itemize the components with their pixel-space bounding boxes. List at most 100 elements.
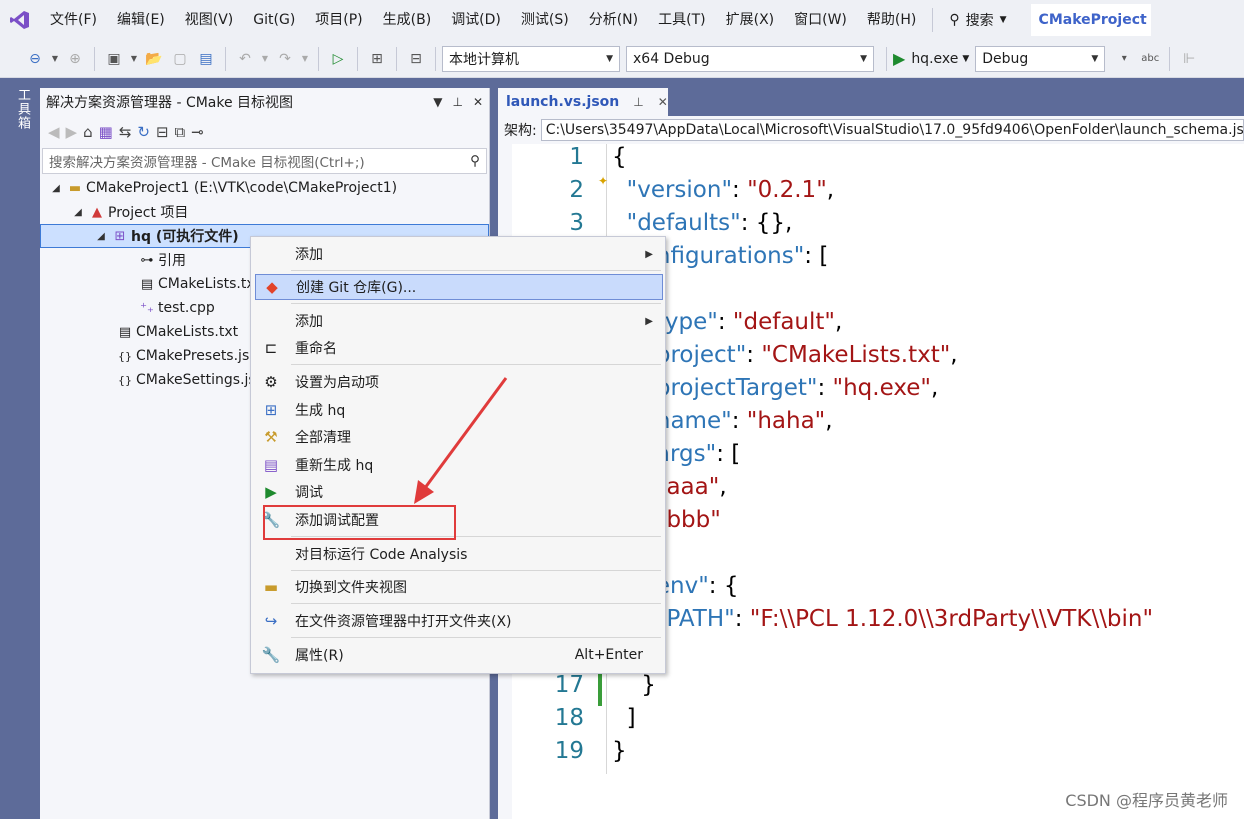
collapse-all-icon[interactable]: ⊟ — [156, 123, 169, 141]
menu-test[interactable]: 测试(S) — [511, 0, 579, 40]
menu-item-add-2[interactable]: 添加 ▶ — [255, 308, 663, 334]
menu-item-label: 生成 hq — [295, 403, 346, 419]
menu-edit[interactable]: 编辑(E) — [107, 0, 175, 40]
code-line[interactable]: 2 "version": "0.2.1", — [512, 177, 1244, 210]
solution-explorer-toolbar: ◀ ▶ ⌂ ▦ ⇆ ↻ ⊟ ⧉ ⊸ — [40, 116, 489, 148]
menu-item-open-in-explorer[interactable]: ↪ 在文件资源管理器中打开文件夹(X) — [255, 608, 663, 634]
code-line[interactable]: 17 } — [512, 672, 1244, 705]
menu-item-folder-view[interactable]: ▬ 切换到文件夹视图 — [255, 574, 663, 600]
menu-file[interactable]: 文件(F) — [40, 0, 107, 40]
toolbar-overflow-icon[interactable]: ▾ — [1113, 48, 1135, 70]
chevron-down-icon[interactable]: ▼ — [129, 48, 139, 70]
open-folder-arrow-icon: ↪ — [264, 612, 278, 630]
menu-window[interactable]: 窗口(W) — [784, 0, 857, 40]
tree-node-label: CMakePresets.json — [136, 348, 267, 364]
toolbar-divider — [396, 46, 397, 71]
spell-check-icon[interactable]: abc — [1139, 48, 1161, 70]
redo-icon[interactable]: ↷ — [274, 48, 296, 70]
tree-node-label: Project 项目 — [108, 205, 189, 221]
properties-icon[interactable]: ⊸ — [191, 123, 204, 141]
toolbar-divider — [94, 46, 95, 71]
file-icon: ▤ — [140, 276, 154, 292]
code-text: ] — [612, 705, 636, 731]
toolbar-divider — [435, 46, 436, 71]
schema-path-input[interactable]: C:\Users\35497\AppData\Local\Microsoft\V… — [540, 119, 1244, 141]
back-icon[interactable]: ◀ — [48, 123, 60, 141]
start-without-debugging-icon[interactable]: ▷ — [327, 48, 349, 70]
new-project-icon[interactable]: ▣ — [103, 48, 125, 70]
toolbar-divider — [318, 46, 319, 71]
start-debugging-icon[interactable]: ▶ — [893, 49, 905, 68]
menu-build[interactable]: 生成(B) — [373, 0, 442, 40]
close-icon[interactable]: ✕ — [658, 95, 668, 109]
cpp-file-icon: ⁺₊ — [140, 300, 154, 316]
code-text: "version": "0.2.1", — [626, 177, 835, 203]
pin-icon[interactable]: ⊥ — [633, 95, 643, 109]
build-config-select[interactable]: Debug ▼ — [975, 45, 1106, 72]
sync-icon[interactable]: ⇆ — [119, 123, 132, 141]
schema-label: 架构: — [504, 123, 537, 139]
expanded-arrow-icon[interactable]: ◢ — [93, 231, 109, 242]
toolbar-divider — [225, 46, 226, 71]
expanded-arrow-icon[interactable]: ◢ — [48, 183, 64, 194]
forward-icon[interactable]: ▶ — [66, 123, 78, 141]
search-placeholder: 搜索解决方案资源管理器 - CMake 目标视图(Ctrl+;) — [49, 155, 365, 171]
line-number: 17 — [554, 672, 584, 698]
menu-extensions[interactable]: 扩展(X) — [716, 0, 785, 40]
pin-icon[interactable]: ⊥ — [452, 95, 462, 109]
navigate-back-icon[interactable]: ⊖ — [24, 48, 46, 70]
window-layout-icon[interactable]: ⊟ — [405, 48, 427, 70]
menu-debug[interactable]: 调试(D) — [441, 0, 511, 40]
refresh-icon[interactable]: ↻ — [137, 123, 150, 141]
chevron-down-icon[interactable]: ▼ — [50, 48, 60, 70]
menu-project[interactable]: 项目(P) — [305, 0, 372, 40]
cmake-project-icon: ▲ — [92, 204, 102, 220]
target-machine-select[interactable]: 本地计算机 ▼ — [442, 45, 620, 72]
menu-item-label: 创建 Git 仓库(G)... — [296, 280, 417, 296]
chevron-down-icon[interactable]: ▼ — [260, 48, 270, 70]
menu-help[interactable]: 帮助(H) — [857, 0, 926, 40]
open-file-icon[interactable]: 📂 — [143, 48, 165, 70]
chevron-down-icon[interactable]: ▼ — [300, 48, 310, 70]
code-line[interactable]: 18 ] — [512, 705, 1244, 738]
code-line[interactable]: 1{ — [512, 144, 1244, 177]
menu-item-code-analysis[interactable]: 对目标运行 Code Analysis — [255, 541, 663, 567]
tree-node-root-folder[interactable]: ◢ ▬ CMakeProject1 (E:\VTK\code\CMakeProj… — [40, 176, 489, 200]
expanded-arrow-icon[interactable]: ◢ — [70, 207, 86, 218]
menu-tools[interactable]: 工具(T) — [648, 0, 715, 40]
startup-item-button[interactable]: hq.exe — [911, 51, 958, 67]
undo-icon[interactable]: ↶ — [234, 48, 256, 70]
show-all-files-icon[interactable]: ⧉ — [175, 123, 186, 141]
search-button[interactable]: ⚲ 搜索 ▼ — [939, 10, 1016, 30]
git-icon: ◆ — [266, 278, 278, 296]
solution-explorer-icon[interactable]: ⊞ — [366, 48, 388, 70]
switch-views-icon[interactable]: ▦ — [99, 123, 113, 141]
chevron-down-icon[interactable]: ▼ — [962, 54, 969, 64]
platform-config-value: x64 Debug — [633, 50, 710, 67]
tree-node-project[interactable]: ◢ ▲ Project 项目 — [40, 200, 489, 224]
build-icon: ⊞ — [264, 401, 278, 419]
menu-item-properties[interactable]: 🔧 属性(R) Alt+Enter — [255, 642, 663, 668]
code-line[interactable]: 19} — [512, 738, 1244, 771]
menu-item-create-git-repo[interactable]: ◆ 创建 Git 仓库(G)... — [255, 274, 663, 300]
menu-item-rename[interactable]: ⊏ 重命名 — [255, 335, 663, 361]
solution-search-input[interactable]: 搜索解决方案资源管理器 - CMake 目标视图(Ctrl+;) ⚲ — [42, 148, 487, 174]
menu-item-label: 重命名 — [295, 341, 337, 357]
close-icon[interactable]: ✕ — [473, 95, 483, 109]
platform-config-select[interactable]: x64 Debug ▼ — [626, 45, 874, 72]
save-icon[interactable]: ▢ — [169, 48, 191, 70]
visual-studio-logo-icon[interactable] — [0, 0, 40, 40]
menu-view[interactable]: 视图(V) — [175, 0, 244, 40]
menu-item-add[interactable]: 添加 ▶ — [255, 241, 663, 267]
toolbox-tab[interactable]: 工具箱 — [8, 88, 32, 130]
editor-tab-launch[interactable]: launch.vs.json ⊥ ✕ — [498, 88, 668, 116]
home-icon[interactable]: ⌂ — [83, 123, 93, 141]
navigate-forward-icon[interactable]: ⊕ — [64, 48, 86, 70]
comment-icon[interactable]: ⊩ — [1178, 48, 1200, 70]
menu-analyze[interactable]: 分析(N) — [579, 0, 648, 40]
save-all-icon[interactable]: ▤ — [195, 48, 217, 70]
code-text: } — [612, 738, 627, 764]
panel-menu-icon[interactable]: ▼ — [433, 95, 442, 109]
menu-git[interactable]: Git(G) — [243, 0, 305, 40]
menu-item-label: 切换到文件夹视图 — [295, 580, 407, 596]
